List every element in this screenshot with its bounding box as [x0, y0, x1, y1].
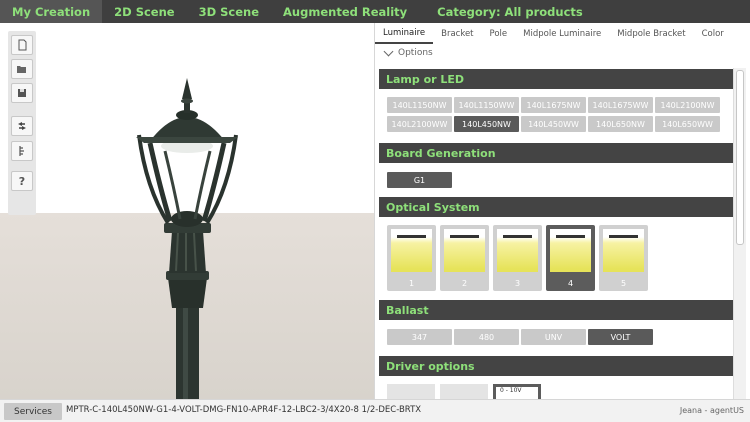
- chevron-down-icon: [383, 46, 394, 57]
- bottom-bar: Services MPTR-C-140L450NW-G1-4-VOLT-DMG-…: [0, 399, 750, 422]
- tab-midpole-bracket[interactable]: Midpole Bracket: [609, 23, 693, 44]
- driver-option-selected[interactable]: 0 - 10V: [493, 384, 541, 399]
- tab-midpole-luminaire[interactable]: Midpole Luminaire: [515, 23, 609, 44]
- optical-thumbnail: [497, 229, 538, 272]
- optical-option[interactable]: 3: [493, 225, 542, 291]
- tab-augmented-reality[interactable]: Augmented Reality: [271, 0, 419, 23]
- tab-bracket[interactable]: Bracket: [433, 23, 481, 44]
- tab-my-creation[interactable]: My Creation: [0, 0, 103, 23]
- option-board-selected[interactable]: G1: [387, 172, 452, 188]
- option-lamp-selected[interactable]: 140L450NW: [454, 116, 519, 132]
- option-lamp[interactable]: 140L1675NW: [521, 97, 586, 113]
- optical-thumbnail: [444, 229, 485, 272]
- open-folder-icon[interactable]: [11, 59, 33, 79]
- option-lamp[interactable]: 140L1150WW: [454, 97, 519, 113]
- optical-thumbnail: [603, 229, 644, 272]
- driver-option[interactable]: [440, 384, 488, 399]
- configurator-panel: Luminaire Bracket Pole Midpole Luminaire…: [374, 23, 750, 399]
- optical-option[interactable]: 1: [387, 225, 436, 291]
- services-button[interactable]: Services: [4, 403, 62, 420]
- option-lamp[interactable]: 140L2100WW: [387, 116, 452, 132]
- optical-options-row: 1 2 3 4 5: [387, 225, 733, 291]
- vertical-scrollbar[interactable]: [733, 68, 746, 399]
- top-navigation: My Creation 2D Scene 3D Scene Augmented …: [0, 0, 750, 23]
- option-ballast[interactable]: 347: [387, 329, 452, 345]
- optical-option[interactable]: 2: [440, 225, 489, 291]
- option-lamp[interactable]: 140L650NW: [588, 116, 653, 132]
- save-icon[interactable]: [11, 83, 33, 103]
- component-tabs: Luminaire Bracket Pole Midpole Luminaire…: [375, 23, 750, 44]
- configuration-code: MPTR-C-140L450NW-G1-4-VOLT-DMG-FN10-APR4…: [66, 405, 422, 415]
- tab-3d-scene[interactable]: 3D Scene: [187, 0, 271, 23]
- left-toolbar: ?: [8, 31, 36, 215]
- section-header-board: Board Generation: [379, 143, 733, 163]
- optical-option[interactable]: 5: [599, 225, 648, 291]
- tab-2d-scene[interactable]: 2D Scene: [102, 0, 186, 23]
- option-lamp[interactable]: 140L1150NW: [387, 97, 452, 113]
- help-icon[interactable]: ?: [11, 171, 33, 191]
- section-header-ballast: Ballast: [379, 300, 733, 320]
- tab-pole[interactable]: Pole: [482, 23, 516, 44]
- option-ballast-selected[interactable]: VOLT: [588, 329, 653, 345]
- swap-icon[interactable]: [11, 116, 33, 136]
- category-selector[interactable]: Category: All products: [425, 0, 595, 23]
- tab-color[interactable]: Color: [694, 23, 732, 44]
- option-ballast[interactable]: 480: [454, 329, 519, 345]
- section-header-lamp: Lamp or LED: [379, 69, 733, 89]
- options-scroll-area[interactable]: Lamp or LED 140L1150NW 140L1150WW 140L16…: [379, 68, 733, 399]
- new-document-icon[interactable]: [11, 35, 33, 55]
- options-label: Options: [398, 48, 433, 58]
- street-lamp-model: [136, 78, 238, 399]
- driver-option[interactable]: [387, 384, 435, 399]
- user-info: Jeana - agentUS: [679, 406, 744, 415]
- options-toggle[interactable]: Options: [383, 46, 433, 58]
- ruler-icon[interactable]: [11, 141, 33, 161]
- 3d-viewport[interactable]: ?: [0, 23, 374, 399]
- tab-luminaire[interactable]: Luminaire: [375, 23, 434, 44]
- option-ballast[interactable]: UNV: [521, 329, 586, 345]
- option-lamp[interactable]: 140L1675WW: [588, 97, 653, 113]
- section-header-optical: Optical System: [379, 197, 733, 217]
- driver-options-row: 0 - 10V: [387, 384, 733, 399]
- option-lamp[interactable]: 140L2100NW: [655, 97, 720, 113]
- option-lamp[interactable]: 140L650WW: [655, 116, 720, 132]
- section-header-driver: Driver options: [379, 356, 733, 376]
- optical-option-selected[interactable]: 4: [546, 225, 595, 291]
- app-window: My Creation 2D Scene 3D Scene Augmented …: [0, 0, 750, 422]
- optical-thumbnail: [391, 229, 432, 272]
- scrollbar-thumb[interactable]: [736, 70, 744, 245]
- option-lamp[interactable]: 140L450WW: [521, 116, 586, 132]
- optical-thumbnail: [550, 229, 591, 272]
